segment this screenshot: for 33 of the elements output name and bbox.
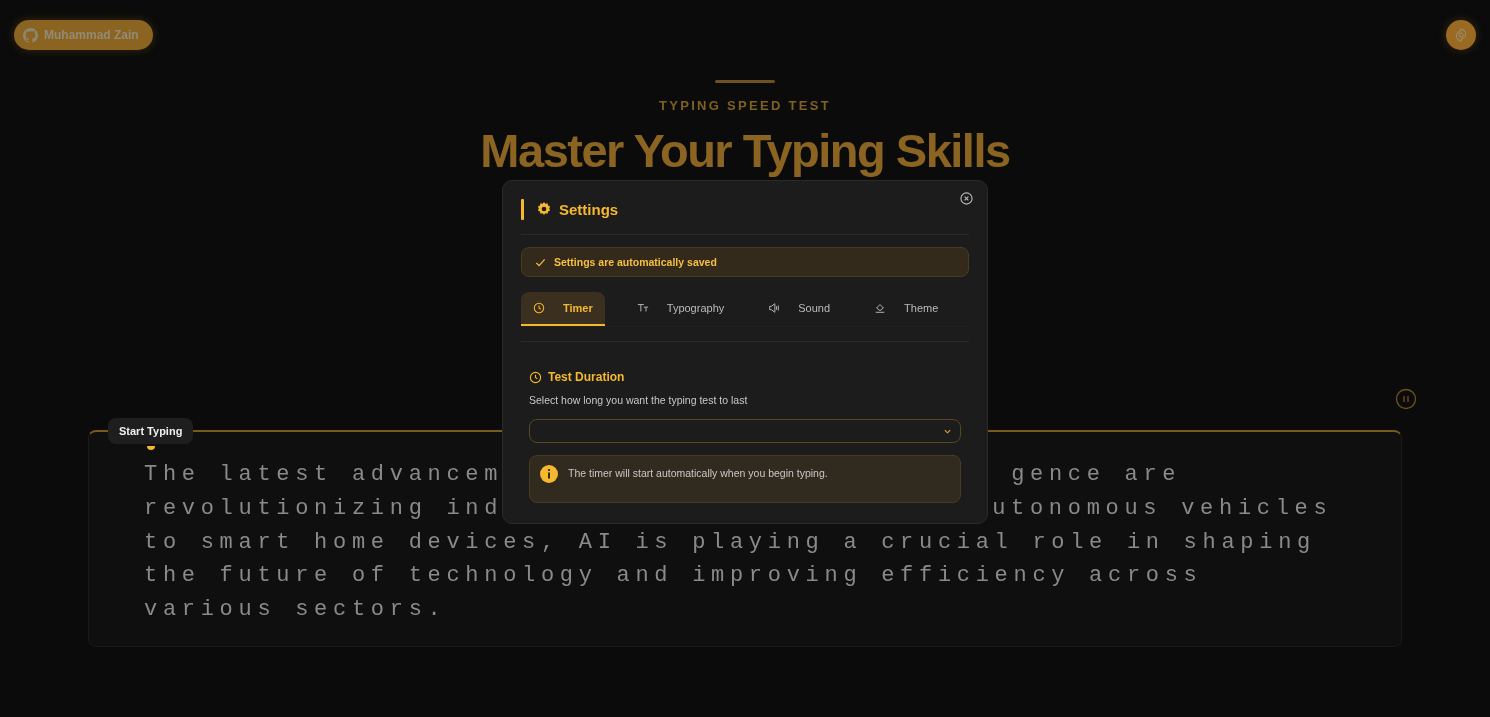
check-icon bbox=[535, 256, 546, 268]
eyebrow-text: TYPING SPEED TEST bbox=[659, 98, 831, 113]
pause-icon[interactable] bbox=[1395, 388, 1417, 410]
dialog-title: Settings bbox=[559, 200, 619, 218]
passage-text: the future of technology and improving efficiency across bbox=[144, 562, 1203, 591]
paint-bucket-icon bbox=[874, 302, 887, 314]
passage-text: gence are bbox=[1011, 461, 1182, 489]
passage-text: revolutionizing ind bbox=[144, 494, 504, 523]
text-size-icon bbox=[636, 302, 649, 314]
settings-tab[interactable]: Typography bbox=[624, 292, 737, 326]
section-title: Test Duration bbox=[548, 370, 625, 384]
clock-icon bbox=[529, 370, 542, 384]
settings-tab[interactable]: Sound bbox=[756, 292, 843, 326]
cursor-marker bbox=[147, 446, 155, 450]
notice-text: Settings are automatically saved bbox=[554, 256, 717, 268]
page-title: Master Your Typing Skills bbox=[480, 123, 1010, 178]
settings-tab[interactable]: Timer bbox=[521, 292, 605, 326]
settings-tab[interactable]: Theme bbox=[862, 292, 951, 326]
passage-text: The latest advancem bbox=[144, 461, 504, 489]
speaker-icon bbox=[768, 302, 781, 314]
info-icon bbox=[540, 465, 558, 483]
clock-icon bbox=[533, 302, 545, 314]
passage-text: utonomous vehicles bbox=[992, 494, 1333, 523]
info-text: The timer will start automatically when you begin typing. bbox=[568, 467, 828, 479]
passage-text: various sectors. bbox=[144, 596, 447, 625]
settings-icon bbox=[1453, 27, 1469, 43]
settings-button[interactable] bbox=[1446, 20, 1476, 50]
gear-icon bbox=[536, 201, 552, 217]
section-description: Select how long you want the typing test to last bbox=[529, 394, 749, 406]
start-typing-tooltip: Start Typing bbox=[108, 418, 194, 444]
github-icon bbox=[23, 27, 38, 43]
close-icon[interactable] bbox=[960, 192, 973, 205]
passage-text: to smart home devices, AI is playing a crucial role in shaping bbox=[144, 528, 1316, 557]
